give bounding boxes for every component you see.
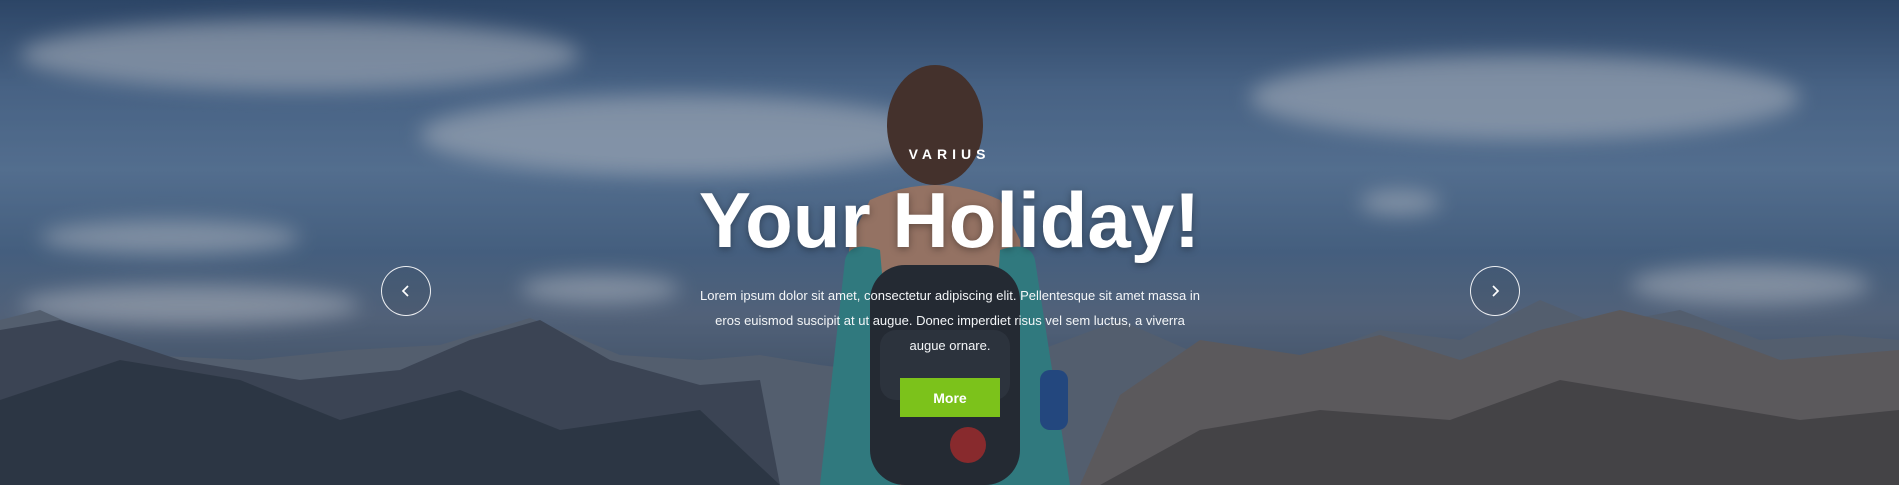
carousel-next-button[interactable] [1470, 266, 1520, 316]
more-button[interactable]: More [900, 378, 1000, 417]
hero-description: Lorem ipsum dolor sit amet, consectetur … [700, 288, 1201, 353]
hero-content: VARIUS Your Holiday! Lorem ipsum dolor s… [0, 0, 1899, 485]
hero-slider: VARIUS Your Holiday! Lorem ipsum dolor s… [0, 0, 1899, 485]
carousel-prev-button[interactable] [381, 266, 431, 316]
hero-eyebrow: VARIUS [908, 146, 991, 162]
chevron-left-icon [401, 285, 409, 297]
chevron-right-icon [1492, 285, 1500, 297]
hero-title: Your Holiday! [698, 176, 1201, 264]
